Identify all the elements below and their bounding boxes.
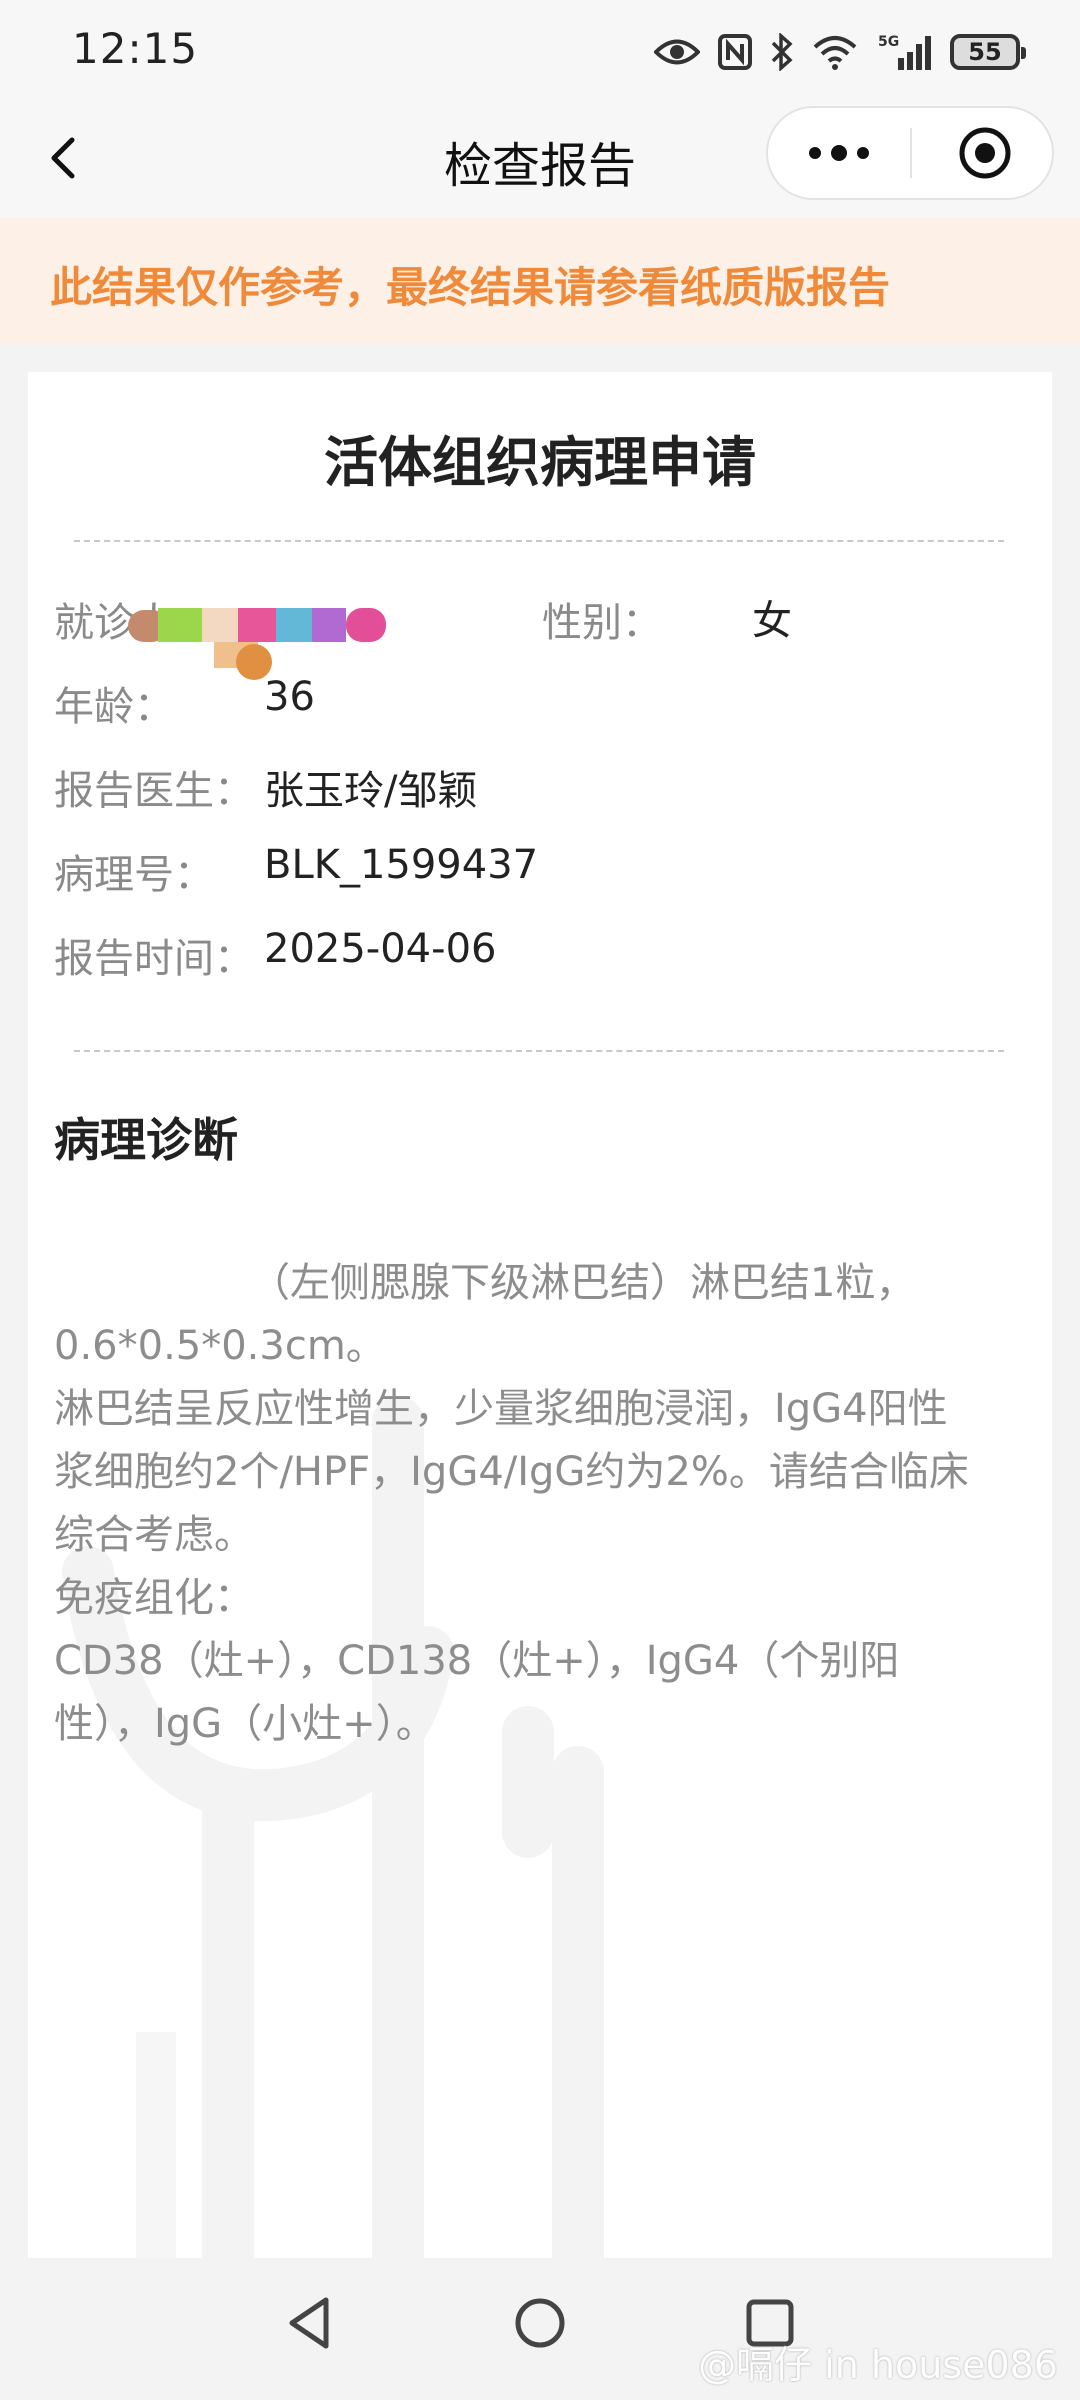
bluetooth-icon <box>771 33 793 71</box>
battery-icon: 55 <box>950 34 1026 70</box>
system-nav-bar: @嗝仔 in house086 <box>0 2258 1080 2400</box>
target-icon[interactable] <box>958 126 1012 180</box>
nfc-icon <box>718 34 752 70</box>
report-time-value: 2025-04-06 <box>264 926 497 972</box>
svg-text:5G: 5G <box>878 34 899 50</box>
watermark-credit: @嗝仔 in house086 <box>698 2343 1058 2387</box>
nav-home-icon[interactable] <box>505 2288 575 2358</box>
notice-text: 此结果仅作参考，最终结果请参看纸质版报告 <box>50 263 891 312</box>
diagnosis-line: 0.6*0.5*0.3cm。 <box>54 1323 386 1369</box>
report-card: 活体组织病理申请 就诊人： 性别： 女 年龄： 36 报告医生： 张玉玲/邹颖 … <box>28 372 1052 2258</box>
eye-icon <box>654 39 700 65</box>
diagnosis-line: CD38（灶+），CD138（灶+），IgG4（个别阳 <box>54 1638 900 1684</box>
diagnosis-line: 浆细胞约2个/HPF，IgG4/IgG约为2%。请结合临床 <box>54 1449 969 1495</box>
diagnosis-line: 淋巴结呈反应性增生，少量浆细胞浸润，IgG4阳性 <box>54 1386 948 1432</box>
diagnosis-title: 病理诊断 <box>54 1113 238 1167</box>
divider-middle <box>74 1050 1004 1052</box>
wifi-icon <box>813 36 857 70</box>
more-icon[interactable] <box>768 108 910 198</box>
gender-label: 性别： <box>542 600 662 646</box>
pathology-no-label: 病理号： <box>54 852 214 898</box>
age-value: 36 <box>264 674 315 720</box>
diagnosis-line: （左侧腮腺下级淋巴结）淋巴结1粒， <box>250 1260 916 1306</box>
signal-icon: 5G <box>878 34 931 70</box>
diagnosis-line: 性），IgG（小灶+）。 <box>54 1701 436 1747</box>
status-bar: 12:15 5G 55 <box>0 0 1080 100</box>
battery-level: 55 <box>968 38 1002 66</box>
nav-back-icon[interactable] <box>274 2288 344 2358</box>
notice-banner: 此结果仅作参考，最终结果请参看纸质版报告 <box>0 218 1080 344</box>
nav-bar: 检查报告 <box>0 100 1080 218</box>
report-title: 活体组织病理申请 <box>324 431 756 494</box>
status-icons: 5G 55 <box>654 26 1026 78</box>
doctor-label: 报告医生： <box>54 768 254 814</box>
doctor-value: 张玉玲/邹颖 <box>264 768 478 814</box>
status-time: 12:15 <box>72 24 199 73</box>
capsule-divider <box>910 128 912 178</box>
miniprogram-capsule <box>766 106 1054 200</box>
pathology-no-value: BLK_1599437 <box>264 842 539 888</box>
divider-top <box>74 540 1004 542</box>
gender-value: 女 <box>752 598 792 644</box>
diagnosis-line: 综合考虑。 <box>54 1512 254 1558</box>
diagnosis-line: 免疫组化： <box>54 1575 254 1621</box>
diagnosis-text: （左侧腮腺下级淋巴结）淋巴结1粒， 0.6*0.5*0.3cm。 淋巴结呈反应性… <box>54 1252 1034 1756</box>
age-label: 年龄： <box>54 684 174 730</box>
report-time-label: 报告时间： <box>54 936 254 982</box>
